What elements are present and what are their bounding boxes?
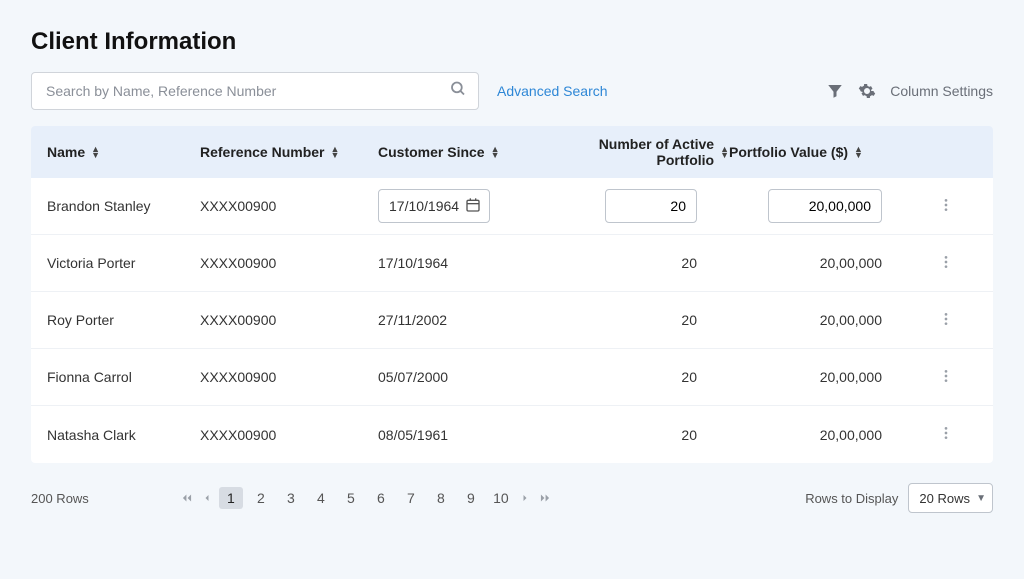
cell-portfolio-value: 20,00,000 [729, 427, 914, 443]
more-vertical-icon [938, 311, 954, 327]
column-header-portfolio-count[interactable]: Number of Active Portfolio ▲▼ [539, 136, 729, 168]
cell-name: Natasha Clark [47, 427, 200, 443]
rows-select[interactable]: 20 Rows ▼ [908, 483, 993, 513]
rows-to-display-label: Rows to Display [805, 491, 898, 506]
cell-since: 05/07/2000 [378, 369, 539, 385]
table-footer: 200 Rows 123456789 10 Rows to Display 20 … [31, 483, 993, 513]
table-row: Victoria PorterXXXX0090017/10/19642020,0… [31, 235, 993, 292]
portfolio-value-input[interactable] [768, 189, 882, 223]
row-actions-button[interactable] [914, 197, 954, 216]
toolbar-right: Column Settings [826, 82, 993, 100]
row-actions-button[interactable] [914, 311, 954, 330]
column-header-reference[interactable]: Reference Number ▲▼ [200, 144, 378, 160]
pager-first-icon[interactable] [179, 491, 195, 505]
pager-page[interactable]: 3 [279, 487, 303, 509]
more-vertical-icon [938, 197, 954, 213]
pager-page[interactable]: 9 [459, 487, 483, 509]
row-actions-button[interactable] [914, 254, 954, 273]
column-header-portfolio-value-label: Portfolio Value ($) [729, 144, 848, 160]
table-row: Brandon StanleyXXXX00900 17/10/1964 [31, 178, 993, 235]
column-header-name[interactable]: Name ▲▼ [47, 144, 200, 160]
column-header-reference-label: Reference Number [200, 144, 325, 160]
cell-portfolio-count: 20 [539, 427, 729, 443]
toolbar: Advanced Search Column Settings [31, 72, 993, 110]
pager-page[interactable]: 8 [429, 487, 453, 509]
column-header-since[interactable]: Customer Since ▲▼ [378, 144, 539, 160]
client-table: Name ▲▼ Reference Number ▲▼ Customer Sin… [31, 126, 993, 463]
cell-since: 17/10/1964 [378, 255, 539, 271]
table-row: Fionna CarrolXXXX0090005/07/20002020,00,… [31, 349, 993, 406]
portfolio-count-input[interactable] [605, 189, 697, 223]
cell-reference: XXXX00900 [200, 427, 378, 443]
table-header: Name ▲▼ Reference Number ▲▼ Customer Sin… [31, 126, 993, 178]
cell-name: Fionna Carrol [47, 369, 200, 385]
column-header-portfolio-value[interactable]: Portfolio Value ($) ▲▼ [729, 144, 914, 160]
pager-page[interactable]: 10 [489, 487, 513, 509]
chevron-down-icon: ▼ [976, 493, 986, 504]
pager: 123456789 10 [179, 487, 553, 509]
cell-portfolio-value: 20,00,000 [729, 255, 914, 271]
advanced-search-link[interactable]: Advanced Search [497, 83, 608, 99]
column-header-name-label: Name [47, 144, 85, 160]
sort-icon: ▲▼ [91, 147, 100, 157]
cell-portfolio-value [729, 189, 914, 223]
cell-reference: XXXX00900 [200, 369, 378, 385]
cell-since: 08/05/1961 [378, 427, 539, 443]
pager-page[interactable]: 4 [309, 487, 333, 509]
pager-next-icon[interactable] [519, 491, 531, 505]
sort-icon: ▲▼ [331, 147, 340, 157]
cell-reference: XXXX00900 [200, 198, 378, 214]
pager-page[interactable]: 5 [339, 487, 363, 509]
pager-page[interactable]: 6 [369, 487, 393, 509]
search-field [31, 72, 479, 110]
column-header-since-label: Customer Since [378, 144, 485, 160]
cell-portfolio-count: 20 [539, 312, 729, 328]
rows-select-value: 20 Rows [919, 491, 970, 506]
date-input-value: 17/10/1964 [389, 198, 459, 214]
rows-info: 200 Rows [31, 491, 89, 506]
date-input[interactable]: 17/10/1964 [378, 189, 490, 223]
pager-prev-icon[interactable] [201, 491, 213, 505]
table-row: Roy PorterXXXX0090027/11/20022020,00,000 [31, 292, 993, 349]
more-vertical-icon [938, 368, 954, 384]
cell-reference: XXXX00900 [200, 255, 378, 271]
sort-icon: ▲▼ [854, 147, 863, 157]
rows-to-display: Rows to Display 20 Rows ▼ [805, 483, 993, 513]
pager-page[interactable]: 2 [249, 487, 273, 509]
cell-portfolio-value: 20,00,000 [729, 312, 914, 328]
column-settings-label[interactable]: Column Settings [890, 83, 993, 99]
row-actions-button[interactable] [914, 425, 954, 444]
filter-icon[interactable] [826, 82, 844, 100]
column-header-portfolio-count-label: Number of Active Portfolio [539, 136, 714, 168]
pager-page[interactable]: 7 [399, 487, 423, 509]
search-input[interactable] [31, 72, 479, 110]
calendar-icon[interactable] [465, 197, 481, 216]
table-row: Natasha ClarkXXXX0090008/05/19612020,00,… [31, 406, 993, 463]
more-vertical-icon [938, 425, 954, 441]
row-actions-button[interactable] [914, 368, 954, 387]
cell-since: 27/11/2002 [378, 312, 539, 328]
cell-reference: XXXX00900 [200, 312, 378, 328]
search-icon[interactable] [449, 80, 467, 103]
pager-page[interactable]: 1 [219, 487, 243, 509]
cell-portfolio-count: 20 [539, 369, 729, 385]
cell-name: Roy Porter [47, 312, 200, 328]
page-title: Client Information [31, 28, 993, 56]
sort-icon: ▲▼ [720, 147, 729, 157]
gear-icon[interactable] [858, 82, 876, 100]
cell-since: 17/10/1964 [378, 189, 539, 223]
sort-icon: ▲▼ [491, 147, 500, 157]
cell-name: Brandon Stanley [47, 198, 200, 214]
more-vertical-icon [938, 254, 954, 270]
cell-portfolio-value: 20,00,000 [729, 369, 914, 385]
cell-portfolio-count: 20 [539, 255, 729, 271]
pager-last-icon[interactable] [537, 491, 553, 505]
cell-portfolio-count [539, 189, 729, 223]
cell-name: Victoria Porter [47, 255, 200, 271]
